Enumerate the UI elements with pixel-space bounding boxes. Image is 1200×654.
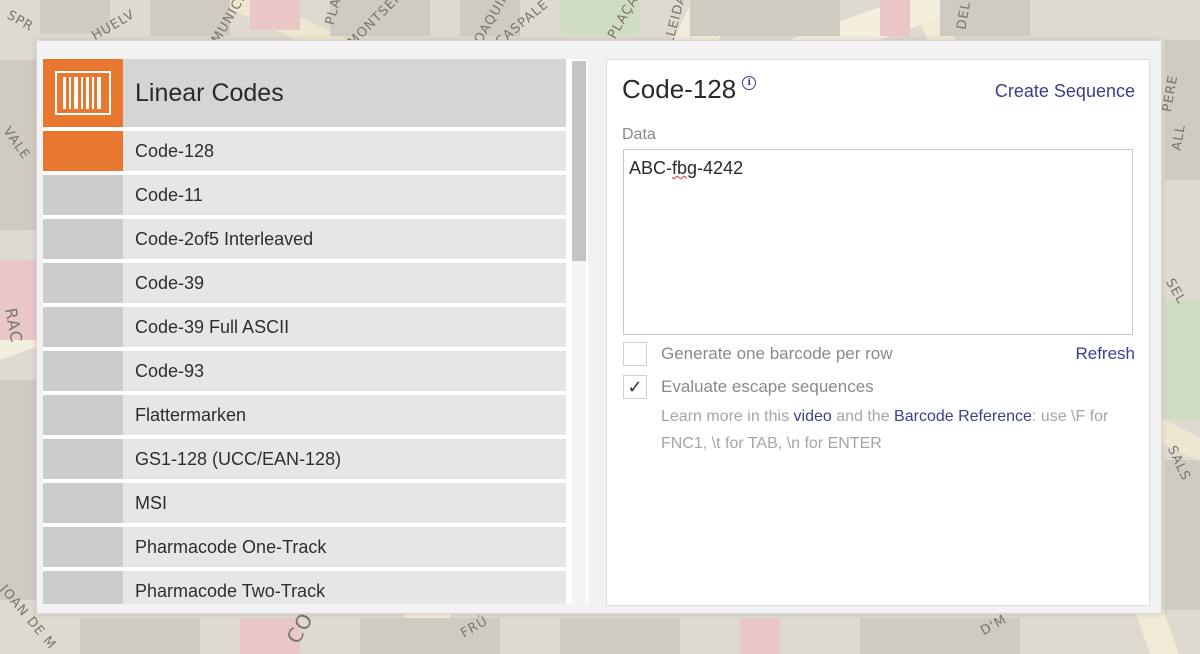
create-sequence-link[interactable]: Create Sequence [995, 81, 1135, 102]
barcode-reference-link[interactable]: Barcode Reference [894, 408, 1032, 425]
selection-swatch [43, 307, 123, 347]
barcode-icon-graphic [55, 71, 111, 115]
symbology-label: Code-39 Full ASCII [135, 316, 290, 337]
symbology-label: GS1-128 (UCC/EAN-128) [135, 448, 342, 469]
selection-swatch [43, 483, 123, 523]
barcode-dialog: Linear Codes Code-128 Code-11 Code-2of5 … [36, 40, 1162, 614]
symbology-label: Code-11 [135, 184, 203, 205]
symbology-title: Code-128 [622, 74, 737, 104]
option-per-row: Generate one barcode per row [623, 342, 893, 366]
escape-sequences-checkbox[interactable]: ✓ [623, 375, 647, 399]
refresh-link[interactable]: Refresh [1075, 344, 1135, 364]
selection-swatch [43, 571, 123, 604]
selection-swatch [43, 395, 123, 435]
symbology-item-flattermarken[interactable]: Flattermarken [43, 395, 566, 435]
scrollbar-thumb[interactable] [572, 61, 586, 261]
per-row-label: Generate one barcode per row [661, 344, 893, 363]
data-value-part: -4242 [697, 158, 744, 178]
data-label: Data [622, 126, 656, 143]
symbology-list: Code-128 Code-11 Code-2of5 Interleaved C… [43, 131, 566, 604]
selection-swatch [43, 439, 123, 479]
symbology-item-code-11[interactable]: Code-11 [43, 175, 566, 215]
category-header[interactable]: Linear Codes [43, 59, 566, 127]
symbology-item-msi[interactable]: MSI [43, 483, 566, 523]
escape-sequences-label: Evaluate escape sequences [661, 377, 874, 396]
symbology-item-code-2of5-interleaved[interactable]: Code-2of5 Interleaved [43, 219, 566, 259]
symbology-picker: Linear Codes Code-128 Code-11 Code-2of5 … [43, 59, 588, 604]
symbology-label: Code-2of5 Interleaved [135, 228, 314, 249]
data-value-part: ABC- [629, 158, 673, 178]
symbology-label: Flattermarken [135, 404, 247, 425]
data-textarea[interactable]: ABC-fbg-4242 [623, 149, 1133, 335]
symbology-item-code-39[interactable]: Code-39 [43, 263, 566, 303]
selection-swatch [43, 527, 123, 567]
barcode-icon [43, 59, 123, 127]
symbology-item-pharmacode-one-track[interactable]: Pharmacode One-Track [43, 527, 566, 567]
street-label: SPR [4, 7, 36, 36]
selection-swatch [43, 131, 123, 171]
help-text: and the [831, 408, 895, 425]
symbology-item-code-128[interactable]: Code-128 [43, 131, 566, 171]
category-title: Linear Codes [135, 78, 284, 107]
spellcheck-marked-text: fbg [672, 158, 698, 178]
symbology-label: Code-39 [135, 272, 205, 293]
symbology-label: Pharmacode Two-Track [135, 580, 326, 601]
selection-swatch [43, 175, 123, 215]
settings-panel: Code-128 i Create Sequence Data ABC-fbg-… [606, 59, 1150, 606]
symbology-item-pharmacode-two-track[interactable]: Pharmacode Two-Track [43, 571, 566, 604]
symbology-item-code-39-full-ascii[interactable]: Code-39 Full ASCII [43, 307, 566, 347]
selection-swatch [43, 263, 123, 303]
symbology-label: Code-93 [135, 360, 205, 381]
option-escape-sequences: ✓ Evaluate escape sequences [623, 375, 874, 399]
symbology-item-gs1-128[interactable]: GS1-128 (UCC/EAN-128) [43, 439, 566, 479]
per-row-checkbox[interactable] [623, 342, 647, 366]
symbology-label: MSI [135, 492, 168, 513]
selection-swatch [43, 351, 123, 391]
panel-title-row: Code-128 i [622, 74, 757, 105]
symbology-label: Pharmacode One-Track [135, 536, 327, 557]
selection-swatch [43, 219, 123, 259]
symbology-item-code-93[interactable]: Code-93 [43, 351, 566, 391]
symbology-label: Code-128 [135, 140, 215, 161]
escape-help-text: Learn more in this video and the Barcode… [661, 403, 1131, 457]
list-scrollbar[interactable] [572, 61, 586, 604]
video-link[interactable]: video [794, 408, 832, 425]
info-icon[interactable]: i [742, 76, 757, 90]
help-text: Learn more in this [661, 408, 794, 425]
